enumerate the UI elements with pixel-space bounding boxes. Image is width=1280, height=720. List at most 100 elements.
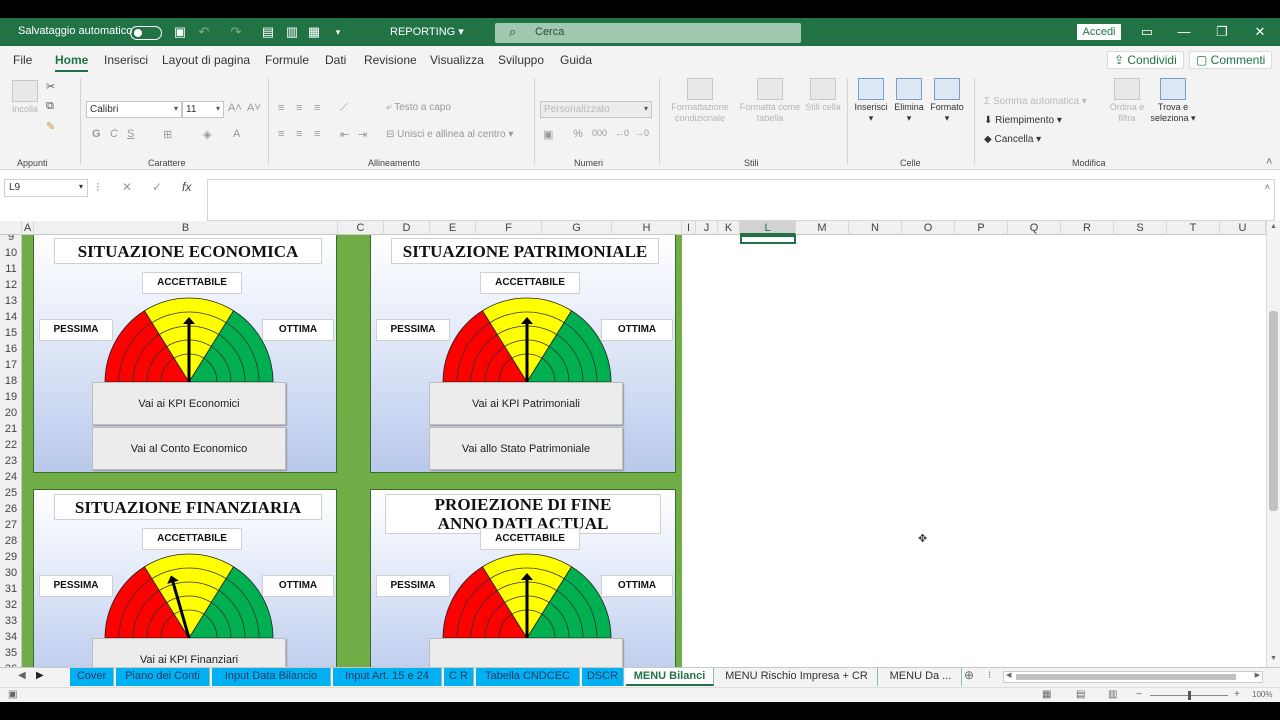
name-box[interactable]: L9 ▾ <box>4 179 88 197</box>
row-header[interactable]: 19 <box>0 389 21 405</box>
row-header[interactable]: 12 <box>0 277 21 293</box>
row-header[interactable]: 14 <box>0 309 21 325</box>
column-header[interactable]: N <box>849 221 902 235</box>
column-header[interactable]: D <box>384 221 430 235</box>
row-header[interactable]: 31 <box>0 581 21 597</box>
add-sheet-icon[interactable]: ⊕ <box>964 668 974 682</box>
sheet-tab[interactable]: C R <box>444 668 474 686</box>
sort-filter-button[interactable]: Ordina e filtra <box>1104 78 1150 124</box>
file-name[interactable]: REPORTING ▾ <box>390 25 464 38</box>
tab-data[interactable]: Dati <box>325 53 346 67</box>
tab-file[interactable]: File <box>13 53 32 67</box>
merge-center-button[interactable]: ⊟ Unisci e allinea al centro ▾ <box>386 129 513 140</box>
row-header[interactable]: 18 <box>0 373 21 389</box>
row-header[interactable]: 22 <box>0 437 21 453</box>
restore-icon[interactable]: ❐ <box>1212 23 1232 41</box>
worksheet[interactable]: ✥ SITUAZIONE ECONOMICA ACCETTABILE PESSIMA… <box>22 235 1266 667</box>
row-header[interactable]: 26 <box>0 501 21 517</box>
tab-developer[interactable]: Sviluppo <box>498 53 544 67</box>
column-header[interactable]: U <box>1220 221 1266 235</box>
column-header[interactable]: G <box>542 221 612 235</box>
column-header-selected[interactable]: L <box>740 221 796 235</box>
row-header[interactable]: 15 <box>0 325 21 341</box>
row-header[interactable]: 34 <box>0 629 21 645</box>
column-header[interactable]: R <box>1061 221 1114 235</box>
column-header[interactable]: B <box>34 221 338 235</box>
sheet-tab[interactable]: MENU Rischio Impresa + CR <box>716 668 878 686</box>
underline-icon[interactable]: S <box>127 128 134 140</box>
borders-icon[interactable]: ⊞ <box>163 128 172 141</box>
tab-split-icon[interactable]: ⁝ <box>988 670 991 681</box>
page-break-view-icon[interactable]: ▥ <box>1108 689 1117 700</box>
row-header[interactable]: 9 <box>0 235 21 245</box>
align-right-icon[interactable]: ≡ <box>314 128 320 140</box>
redo-icon[interactable]: ↷ <box>228 24 244 40</box>
collapse-ribbon-icon[interactable]: ˄ <box>1266 156 1272 168</box>
hscroll-thumb[interactable] <box>1016 674 1236 680</box>
print-preview-icon[interactable]: ▥ <box>284 24 300 40</box>
row-header[interactable]: 24 <box>0 469 21 485</box>
tab-help[interactable]: Guida <box>560 53 592 67</box>
delete-cells-button[interactable]: Elimina ▾ <box>890 78 928 124</box>
format-as-table-button[interactable]: Formatta come tabella <box>736 78 804 124</box>
row-header[interactable]: 20 <box>0 405 21 421</box>
tab-view[interactable]: Visualizza <box>430 53 484 67</box>
sheet-tab-active[interactable]: MENU Bilanci <box>626 668 714 686</box>
formula-input[interactable]: ˄ <box>207 179 1275 221</box>
statement-nav-button[interactable]: Vai allo Stato Patrimoniale <box>429 427 623 470</box>
column-header[interactable]: S <box>1114 221 1167 235</box>
tab-home[interactable]: Home <box>55 53 89 72</box>
page-layout-view-icon[interactable]: ▤ <box>1076 689 1085 700</box>
zoom-out-icon[interactable]: − <box>1136 689 1142 700</box>
font-name-dropdown[interactable]: Calibri ▾ <box>86 101 182 118</box>
clear-button[interactable]: ◆ Cancella ▾ <box>984 134 1041 145</box>
row-header[interactable]: 30 <box>0 565 21 581</box>
scroll-thumb[interactable] <box>1269 311 1278 511</box>
comments-button[interactable]: ▢ Commenti <box>1189 51 1273 69</box>
column-header[interactable]: H <box>612 221 682 235</box>
sheet-tab[interactable]: Piano dei Conti <box>116 668 210 686</box>
zoom-level[interactable]: 100% <box>1252 690 1272 699</box>
insert-cells-button[interactable]: Inserisci ▾ <box>852 78 890 124</box>
column-header[interactable]: C <box>338 221 384 235</box>
fill-color-icon[interactable]: ◈ <box>203 128 211 141</box>
quick-print-icon[interactable]: ▦ <box>306 24 322 40</box>
row-header[interactable]: 21 <box>0 421 21 437</box>
active-cell-l9[interactable] <box>740 235 796 244</box>
cancel-icon[interactable]: ✕ <box>122 180 132 194</box>
wrap-text-button[interactable]: ⤶ Testo a capo <box>386 102 451 113</box>
column-header[interactable]: O <box>902 221 955 235</box>
font-size-dropdown[interactable]: 11 ▾ <box>182 101 224 118</box>
decrease-indent-icon[interactable]: ⇤ <box>340 128 349 141</box>
column-header[interactable]: K <box>718 221 740 235</box>
row-header[interactable]: 27 <box>0 517 21 533</box>
kpi-nav-button[interactable]: Vai ai KPI Patrimoniali <box>429 382 623 425</box>
kpi-nav-button[interactable]: Vai ai KPI Finanziari <box>92 638 286 667</box>
kpi-nav-button[interactable] <box>429 638 623 667</box>
customize-toolbar-icon[interactable]: ▾ <box>330 24 346 40</box>
bold-icon[interactable]: G <box>92 128 101 140</box>
kpi-nav-button[interactable]: Vai ai KPI Economici <box>92 382 286 425</box>
sheet-tab[interactable]: Cover <box>70 668 114 686</box>
column-header[interactable]: J <box>696 221 718 235</box>
save-icon[interactable]: ▣ <box>172 24 188 40</box>
row-header[interactable]: 32 <box>0 597 21 613</box>
sheet-tab[interactable]: MENU Da ... <box>880 668 962 686</box>
signin-button[interactable]: Accedi <box>1077 24 1121 40</box>
macro-record-icon[interactable]: ▣ <box>8 689 17 700</box>
sheet-tab[interactable]: Input Data Bilancio <box>212 668 331 686</box>
scroll-down-icon[interactable]: ▼ <box>1270 655 1277 662</box>
enter-icon[interactable]: ✓ <box>152 180 162 194</box>
copy-icon[interactable]: ⧉ <box>46 100 54 113</box>
orientation-icon[interactable]: ⟋ <box>340 102 348 115</box>
autosave-toggle[interactable] <box>130 26 162 40</box>
row-header[interactable]: 10 <box>0 245 21 261</box>
close-icon[interactable]: ✕ <box>1250 23 1270 41</box>
normal-view-icon[interactable]: ▦ <box>1042 689 1051 700</box>
format-cells-button[interactable]: Formato ▾ <box>928 78 966 124</box>
scroll-up-icon[interactable]: ▲ <box>1270 223 1277 230</box>
sheet-tab[interactable]: Tabella CNDCEC <box>476 668 580 686</box>
column-header[interactable]: A <box>22 221 34 235</box>
column-header[interactable]: T <box>1167 221 1220 235</box>
vertical-scrollbar[interactable]: ▲ ▼ <box>1266 221 1280 667</box>
